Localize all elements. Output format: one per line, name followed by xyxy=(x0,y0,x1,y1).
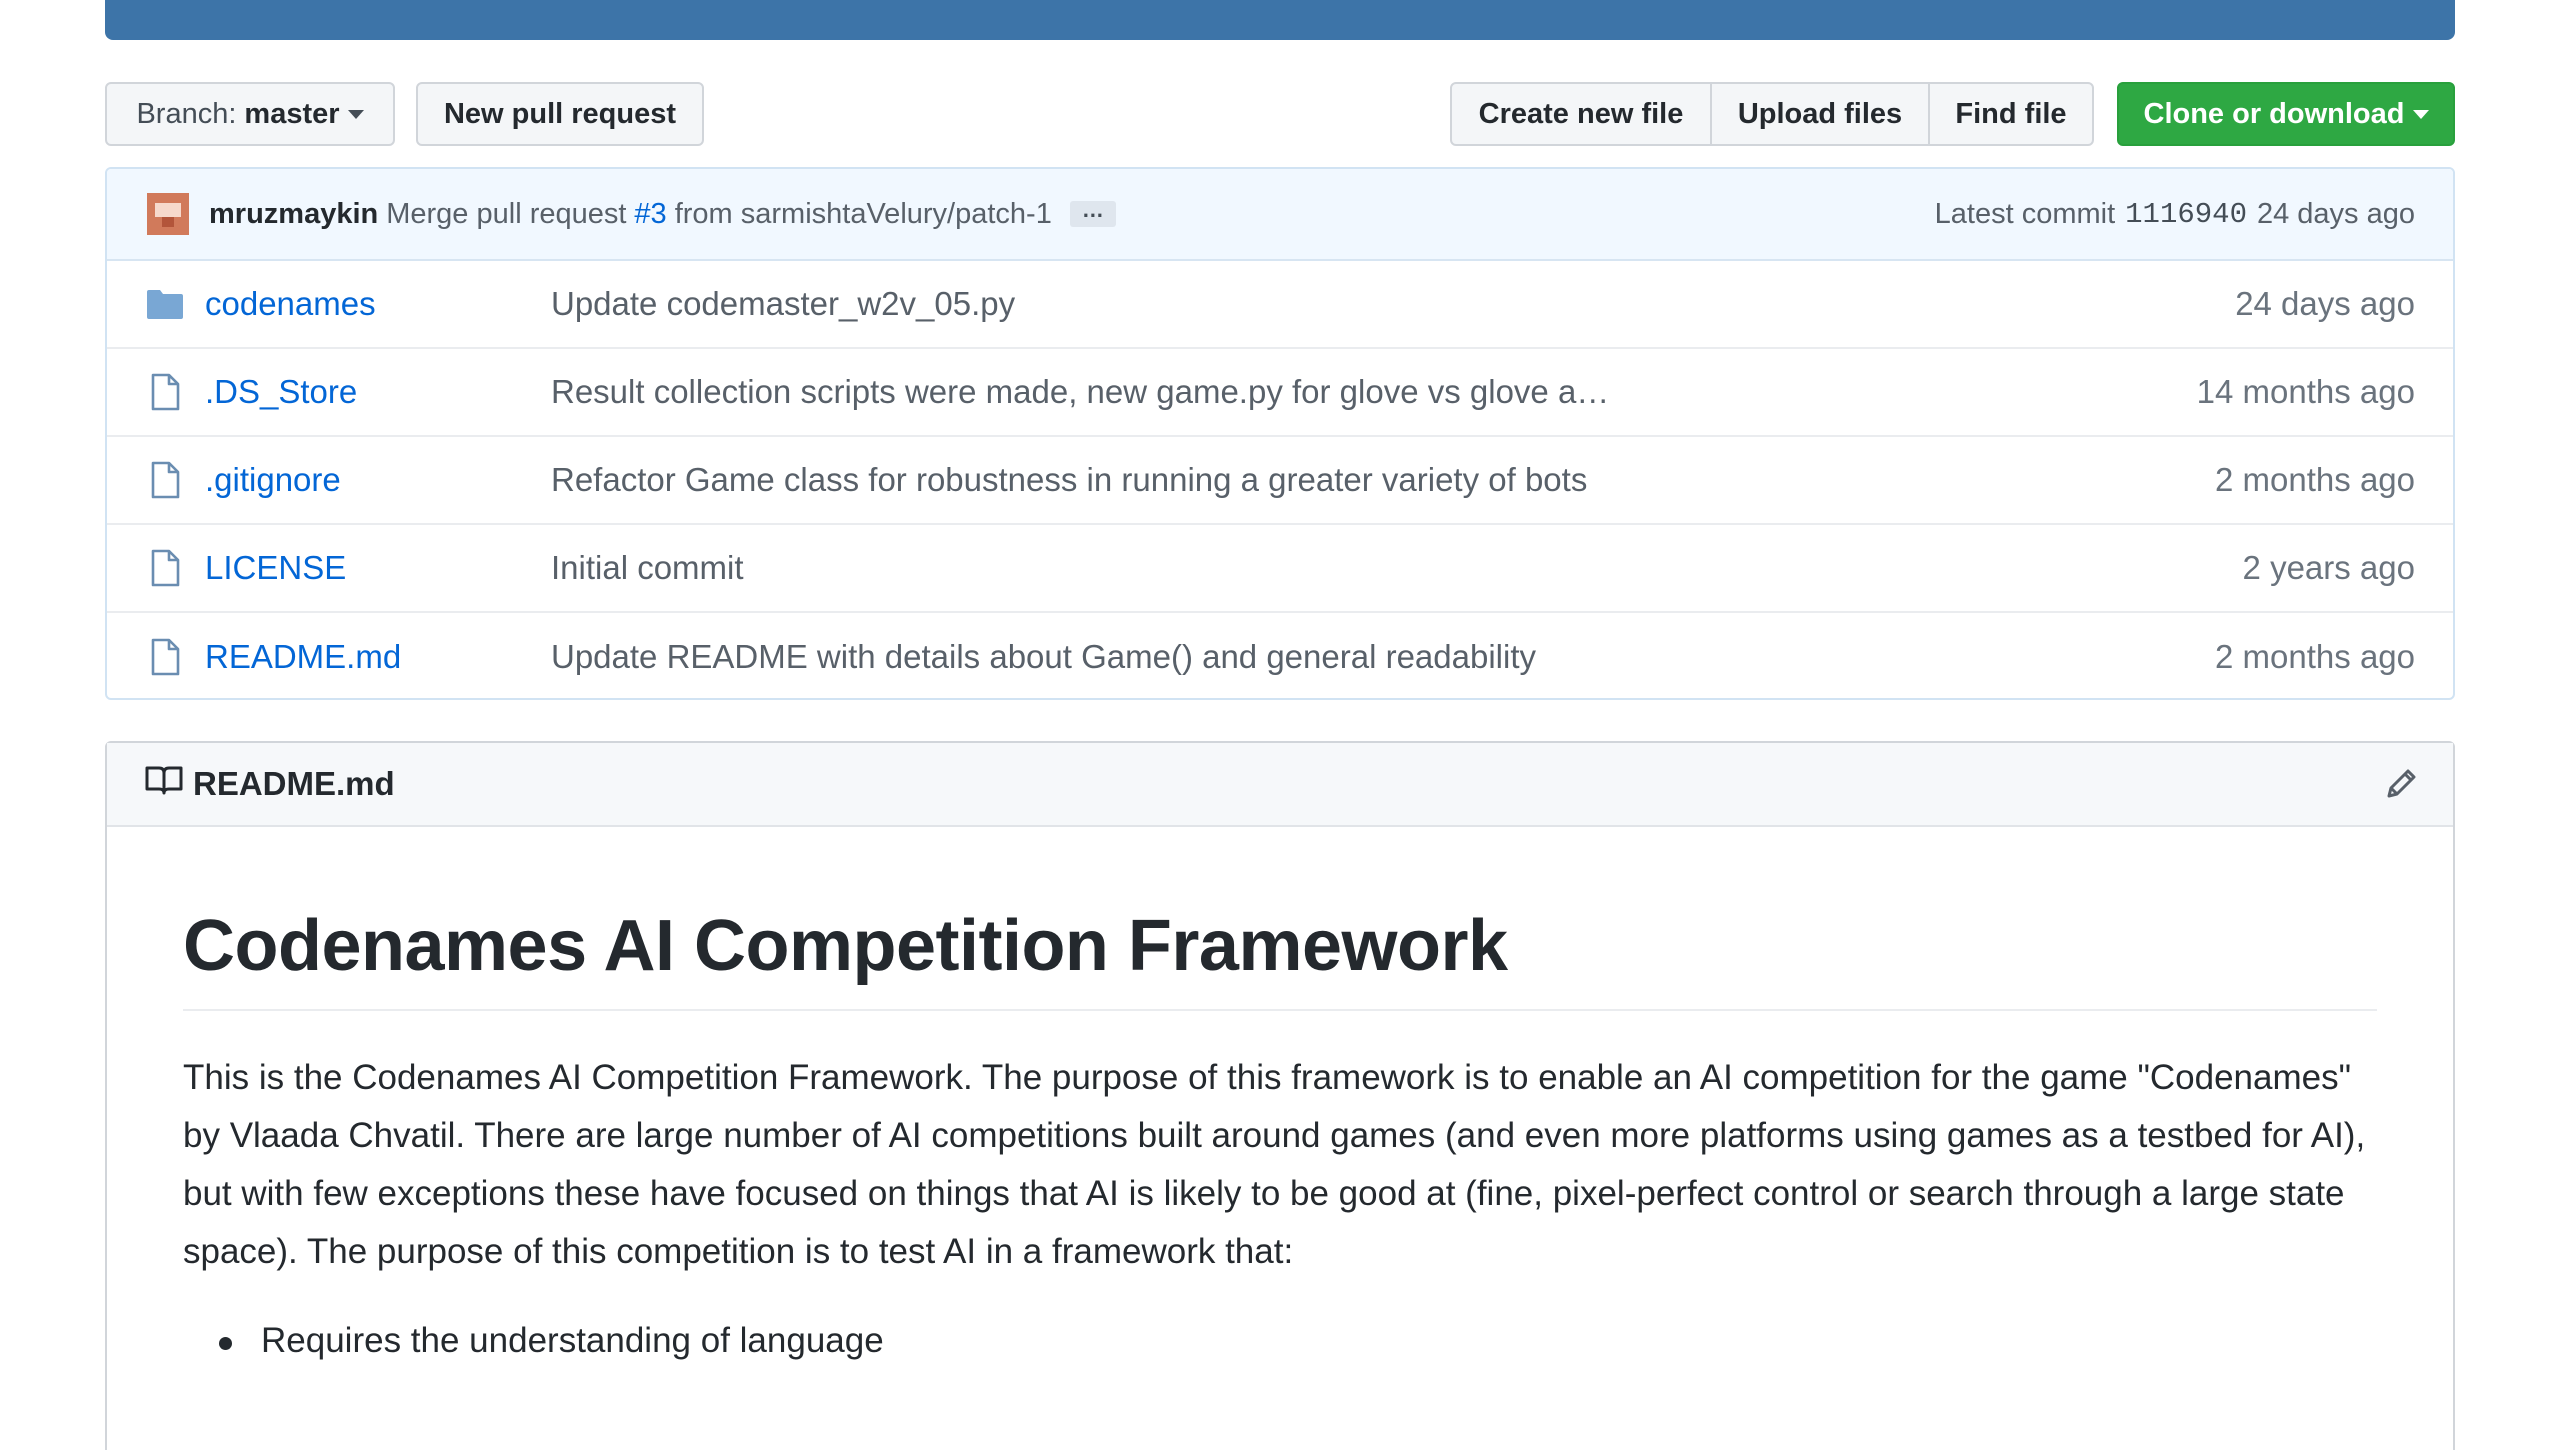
latest-commit-label: Latest commit xyxy=(1934,197,2116,230)
file-row: .gitignore Refactor Game class for robust… xyxy=(107,437,2453,525)
pull-request-link[interactable]: #3 xyxy=(634,198,666,231)
clone-label: Clone or download xyxy=(2143,97,2405,130)
file-icon xyxy=(145,373,185,411)
create-new-file-button[interactable]: Create new file xyxy=(1452,84,1712,144)
commit-age: 24 days ago xyxy=(2256,197,2415,230)
branch-name: master xyxy=(244,97,340,130)
commit-message-prefix[interactable]: Merge pull request xyxy=(386,198,626,231)
branch-select-button[interactable]: Branch: master xyxy=(105,82,395,146)
file-icon xyxy=(145,461,185,499)
file-commit-age: 24 days ago xyxy=(2235,285,2415,322)
folder-icon xyxy=(145,288,185,320)
find-file-button[interactable]: Find file xyxy=(1930,84,2092,144)
clone-or-download-button[interactable]: Clone or download xyxy=(2117,82,2455,146)
file-name-link[interactable]: .gitignore xyxy=(205,461,551,499)
readme-content: Codenames AI Competition Framework This … xyxy=(107,905,2453,1365)
file-name-link[interactable]: README.md xyxy=(205,638,551,676)
commit-message-suffix[interactable]: from sarmishtaVelury/patch-1 xyxy=(675,198,1052,231)
file-list: mruzmaykin Merge pull request #3 from sa… xyxy=(105,167,2455,700)
readme-panel: README.md Codenames AI Competition Frame… xyxy=(105,741,2455,1450)
readme-header: README.md xyxy=(107,743,2453,827)
file-commit-message[interactable]: Update README with details about Game() … xyxy=(551,638,2215,676)
upload-files-button[interactable]: Upload files xyxy=(1712,84,1930,144)
file-row: codenames Update codemaster_w2v_05.py 24 d… xyxy=(107,261,2453,349)
list-item: Requires the understanding of language xyxy=(183,1317,2377,1365)
file-icon xyxy=(145,549,185,587)
file-name-link[interactable]: .DS_Store xyxy=(205,373,551,411)
readme-header-title: README.md xyxy=(193,765,395,802)
new-pull-request-button[interactable]: New pull request xyxy=(416,82,704,146)
latest-commit-bar: mruzmaykin Merge pull request #3 from sa… xyxy=(107,169,2453,261)
file-row: LICENSE Initial commit 2 years ago xyxy=(107,525,2453,613)
commit-author[interactable]: mruzmaykin xyxy=(209,198,378,231)
file-icon xyxy=(145,638,185,676)
book-icon xyxy=(145,765,183,803)
file-name-link[interactable]: codenames xyxy=(205,285,551,323)
caret-down-icon xyxy=(347,109,364,119)
file-commit-message[interactable]: Refactor Game class for robustness in ru… xyxy=(551,461,2215,499)
caret-down-icon xyxy=(2412,109,2429,119)
file-row: .DS_Store Result collection scripts were … xyxy=(107,349,2453,437)
readme-paragraph: This is the Codenames AI Competition Fra… xyxy=(183,1058,2366,1271)
readme-heading: Codenames AI Competition Framework xyxy=(183,905,2377,1011)
file-name-link[interactable]: LICENSE xyxy=(205,549,551,587)
file-commit-message[interactable]: Result collection scripts were made, new… xyxy=(551,373,2197,411)
file-commit-age: 2 years ago xyxy=(2242,549,2415,586)
file-commit-age: 14 months ago xyxy=(2196,373,2415,410)
avatar[interactable] xyxy=(147,193,189,235)
readme-bullet-list: Requires the understanding of language xyxy=(183,1317,2377,1365)
commit-sha[interactable]: 1116940 xyxy=(2125,198,2247,231)
file-commit-message[interactable]: Update codemaster_w2v_05.py xyxy=(551,285,2235,323)
file-commit-age: 2 months ago xyxy=(2215,638,2415,675)
branch-label: Branch: xyxy=(136,97,237,130)
file-row: README.md Update README with details abou… xyxy=(107,613,2453,698)
file-commit-message[interactable]: Initial commit xyxy=(551,549,2243,587)
repo-nav-bar xyxy=(105,0,2455,40)
file-commit-age: 2 months ago xyxy=(2215,461,2415,498)
pencil-icon[interactable] xyxy=(2383,766,2419,802)
file-actions-group: Create new file Upload files Find file xyxy=(1450,82,2094,146)
expand-commit-button[interactable]: … xyxy=(1069,199,1116,227)
